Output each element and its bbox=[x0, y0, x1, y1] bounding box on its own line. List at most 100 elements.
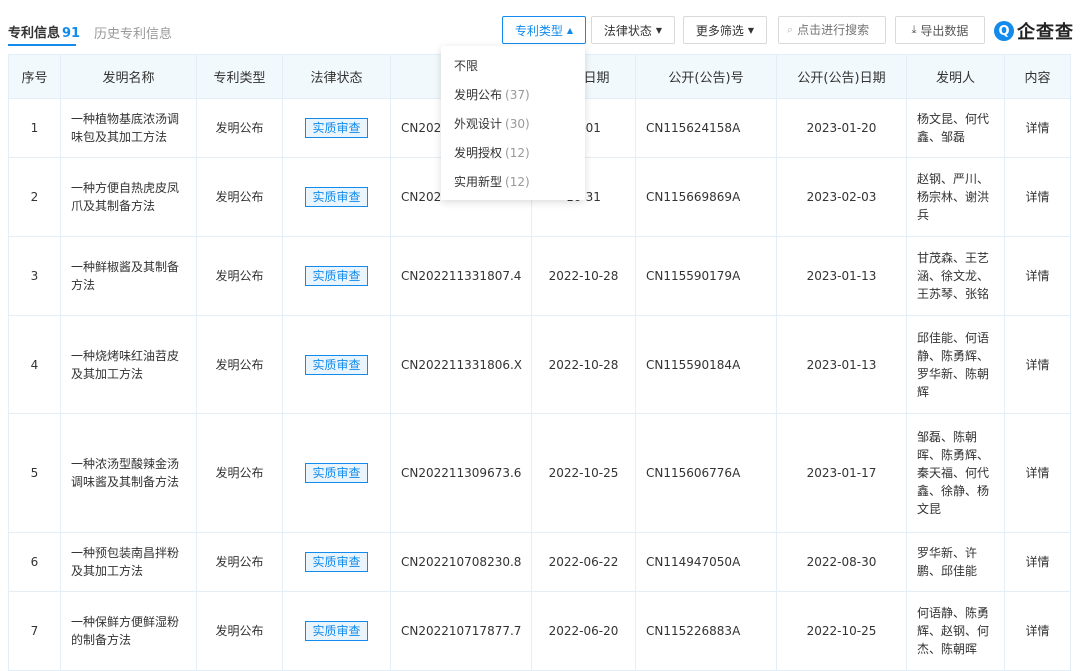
patent-type-label: 专利类型 bbox=[514, 23, 563, 38]
more-filters-button[interactable]: 更多筛选 ▼ bbox=[683, 16, 767, 44]
header-name: 发明名称 bbox=[60, 54, 197, 99]
row-no: 6 bbox=[8, 532, 61, 592]
row-pub-date: 2022-10-25 bbox=[776, 591, 907, 671]
row-status-cell: 实质审查 bbox=[282, 591, 391, 671]
status-badge: 实质审查 bbox=[305, 187, 368, 207]
header-no: 序号 bbox=[8, 54, 61, 99]
logo: Q 企查查 bbox=[994, 18, 1074, 44]
row-pub-no: CN115606776A bbox=[635, 413, 777, 533]
row-pub-date: 2023-01-13 bbox=[776, 236, 907, 316]
dropdown-item-invention-publication[interactable]: 发明公布 (37) bbox=[441, 81, 585, 110]
row-inventors: 甘茂森、王艺涵、徐文龙、王苏琴、张铭 bbox=[906, 236, 1005, 316]
row-no: 2 bbox=[8, 157, 61, 237]
row-no: 1 bbox=[8, 98, 61, 158]
export-data-button[interactable]: ⤓ 导出数据 bbox=[895, 16, 985, 44]
row-inventors: 杨文昆、何代鑫、邹磊 bbox=[906, 98, 1005, 158]
row-name: 一种烧烤味红油苕皮及其加工方法 bbox=[60, 315, 197, 414]
detail-link[interactable]: 详情 bbox=[1004, 315, 1071, 414]
dropdown-item-label: 发明授权 bbox=[454, 146, 503, 160]
export-label: 导出数据 bbox=[920, 23, 969, 38]
table-row: 7 一种保鲜方便鲜湿粉的制备方法 发明公布 实质审查 CN20221071787… bbox=[8, 591, 1071, 671]
row-status-cell: 实质审查 bbox=[282, 157, 391, 237]
dropdown-item-all[interactable]: 不限 bbox=[441, 52, 585, 81]
logo-text: 企查查 bbox=[1017, 22, 1074, 43]
status-badge: 实质审查 bbox=[305, 552, 368, 572]
row-pub-date: 2023-02-03 bbox=[776, 157, 907, 237]
caret-up-icon: ▲ bbox=[566, 25, 574, 35]
search-input[interactable] bbox=[797, 23, 878, 37]
tab-patent-info[interactable]: 专利信息 91 bbox=[8, 22, 80, 41]
row-type: 发明公布 bbox=[196, 532, 283, 592]
table-row: 3 一种鲜椒酱及其制备方法 发明公布 实质审查 CN202211331807.4… bbox=[8, 236, 1071, 316]
header-status: 法律状态 bbox=[282, 54, 391, 99]
dropdown-item-count: (30) bbox=[505, 117, 530, 131]
row-status-cell: 实质审查 bbox=[282, 532, 391, 592]
dropdown-item-utility-model[interactable]: 实用新型 (12) bbox=[441, 168, 585, 197]
patent-type-filter-button[interactable]: 专利类型 ▲ bbox=[502, 16, 586, 44]
more-filters-label: 更多筛选 bbox=[695, 23, 744, 38]
table-row: 5 一种浓汤型酸辣金汤调味酱及其制备方法 发明公布 实质审查 CN2022113… bbox=[8, 413, 1071, 533]
row-inventors: 罗华新、许鹏、邱佳能 bbox=[906, 532, 1005, 592]
search-box[interactable]: ⌕ bbox=[778, 16, 886, 44]
row-app-no: CN202211331807.4 bbox=[390, 236, 532, 316]
search-icon: ⌕ bbox=[787, 23, 794, 36]
row-no: 3 bbox=[8, 236, 61, 316]
row-pub-date: 2022-08-30 bbox=[776, 532, 907, 592]
row-pub-no: CN114947050A bbox=[635, 532, 777, 592]
legal-status-label: 法律状态 bbox=[603, 23, 652, 38]
header-content: 内容 bbox=[1004, 54, 1071, 99]
detail-link[interactable]: 详情 bbox=[1004, 157, 1071, 237]
row-pub-no: CN115590179A bbox=[635, 236, 777, 316]
patent-type-dropdown: 不限 发明公布 (37) 外观设计 (30) 发明授权 (12) 实用新型 (12) bbox=[441, 46, 585, 200]
row-type: 发明公布 bbox=[196, 236, 283, 316]
header-pub-date: 公开(公告)日期 bbox=[776, 54, 907, 99]
row-app-no: CN202211331806.X bbox=[390, 315, 532, 414]
row-name: 一种方便自热虎皮凤爪及其制备方法 bbox=[60, 157, 197, 237]
row-type: 发明公布 bbox=[196, 157, 283, 237]
dropdown-item-count: (37) bbox=[505, 88, 530, 102]
row-status-cell: 实质审查 bbox=[282, 236, 391, 316]
logo-icon: Q bbox=[994, 21, 1014, 41]
row-name: 一种植物基底浓汤调味包及其加工方法 bbox=[60, 98, 197, 158]
row-app-no: CN202210717877.7 bbox=[390, 591, 532, 671]
row-no: 5 bbox=[8, 413, 61, 533]
row-pub-no: CN115669869A bbox=[635, 157, 777, 237]
tab-history-patent-info[interactable]: 历史专利信息 bbox=[94, 23, 172, 42]
dropdown-item-label: 发明公布 bbox=[454, 88, 503, 102]
row-inventors: 何语静、陈勇辉、赵钢、何杰、陈朝晖 bbox=[906, 591, 1005, 671]
table-row: 6 一种预包装南昌拌粉及其加工方法 发明公布 实质审查 CN2022107082… bbox=[8, 532, 1071, 592]
tab-patent-info-label: 专利信息 bbox=[8, 26, 61, 41]
row-name: 一种预包装南昌拌粉及其加工方法 bbox=[60, 532, 197, 592]
export-icon: ⤓ bbox=[911, 23, 917, 36]
row-inventors: 邱佳能、何语静、陈勇辉、罗华新、陈朝辉 bbox=[906, 315, 1005, 414]
dropdown-item-count: (12) bbox=[505, 175, 530, 189]
dropdown-item-design[interactable]: 外观设计 (30) bbox=[441, 110, 585, 139]
dropdown-item-label: 不限 bbox=[454, 59, 479, 73]
patent-count: 91 bbox=[62, 26, 81, 41]
legal-status-filter-button[interactable]: 法律状态 ▼ bbox=[591, 16, 675, 44]
row-inventors: 邹磊、陈朝晖、陈勇辉、秦天福、何代鑫、徐静、杨文昆 bbox=[906, 413, 1005, 533]
caret-down-icon: ▼ bbox=[747, 25, 755, 35]
detail-link[interactable]: 详情 bbox=[1004, 98, 1071, 158]
dropdown-item-label: 实用新型 bbox=[454, 175, 503, 189]
dropdown-item-invention-grant[interactable]: 发明授权 (12) bbox=[441, 139, 585, 168]
status-badge: 实质审查 bbox=[305, 621, 368, 641]
row-no: 7 bbox=[8, 591, 61, 671]
row-status-cell: 实质审查 bbox=[282, 315, 391, 414]
row-type: 发明公布 bbox=[196, 98, 283, 158]
header-inventors: 发明人 bbox=[906, 54, 1005, 99]
row-type: 发明公布 bbox=[196, 315, 283, 414]
detail-link[interactable]: 详情 bbox=[1004, 532, 1071, 592]
row-app-date: 2022-10-28 bbox=[531, 236, 636, 316]
row-app-no: CN202211309673.6 bbox=[390, 413, 532, 533]
detail-link[interactable]: 详情 bbox=[1004, 413, 1071, 533]
row-status-cell: 实质审查 bbox=[282, 98, 391, 158]
row-pub-no: CN115226883A bbox=[635, 591, 777, 671]
status-badge: 实质审查 bbox=[305, 266, 368, 286]
row-name: 一种保鲜方便鲜湿粉的制备方法 bbox=[60, 591, 197, 671]
detail-link[interactable]: 详情 bbox=[1004, 236, 1071, 316]
row-name: 一种浓汤型酸辣金汤调味酱及其制备方法 bbox=[60, 413, 197, 533]
detail-link[interactable]: 详情 bbox=[1004, 591, 1071, 671]
dropdown-item-count: (12) bbox=[505, 146, 530, 160]
row-status-cell: 实质审查 bbox=[282, 413, 391, 533]
